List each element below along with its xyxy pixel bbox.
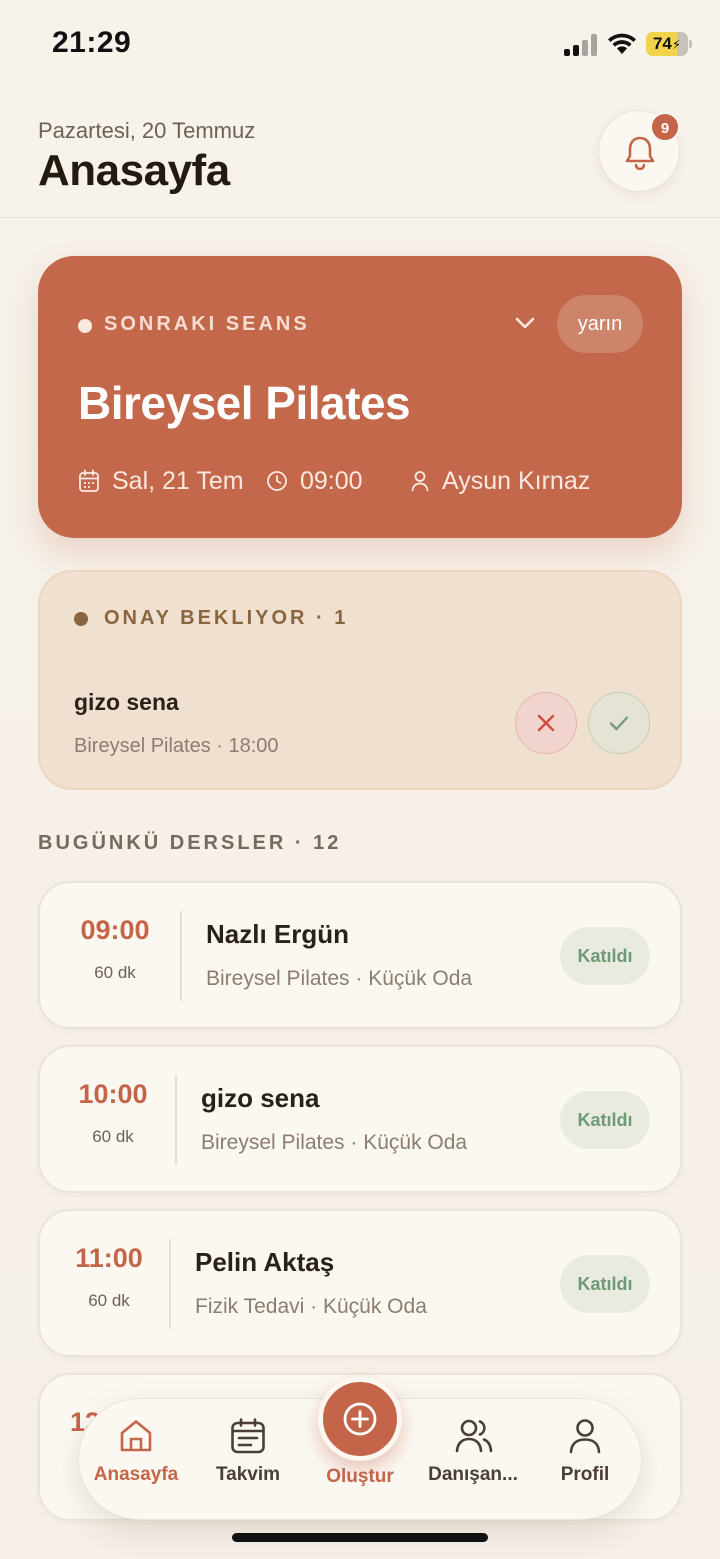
battery-level: 74 bbox=[652, 34, 672, 53]
lesson-card[interactable]: 09:00 60 dk Nazlı Ergün Bireysel Pilates… bbox=[38, 881, 682, 1029]
cellular-signal-icon bbox=[564, 34, 598, 56]
lesson-duration: 60 dk bbox=[92, 1127, 134, 1146]
users-icon bbox=[455, 1419, 493, 1453]
lesson-detail: Fizik Tedavi · Küçük Oda bbox=[195, 1295, 427, 1318]
lesson-client-name: Pelin Aktaş bbox=[195, 1247, 335, 1277]
battery-icon: 74⚡ bbox=[646, 32, 692, 56]
user-icon bbox=[411, 471, 429, 492]
today-lessons-title: BUGÜNKÜ DERSLER · 12 bbox=[38, 832, 342, 854]
clock-icon bbox=[267, 471, 287, 491]
calendar-icon bbox=[231, 1418, 265, 1454]
calendar-icon bbox=[79, 469, 99, 492]
home-indicator bbox=[232, 1533, 488, 1542]
home-screen: 21:29 74⚡ Pazartesi, 20 Temmuz Anasayfa bbox=[0, 0, 720, 1559]
nav-home[interactable]: Anasayfa bbox=[79, 1399, 193, 1521]
wifi-icon bbox=[608, 33, 636, 54]
status-badge: Katıldı bbox=[560, 927, 650, 985]
lesson-client-name: Nazlı Ergün bbox=[206, 919, 350, 949]
lesson-duration: 60 dk bbox=[94, 963, 136, 982]
lesson-detail: Bireysel Pilates · Küçük Oda bbox=[201, 1131, 468, 1154]
status-badge: Katıldı bbox=[560, 1091, 650, 1149]
reject-button[interactable] bbox=[515, 692, 577, 754]
session-time-text: 09:00 bbox=[300, 466, 363, 495]
next-session-label: SONRAKI SEANS bbox=[104, 313, 310, 335]
next-session-title: Bireysel Pilates bbox=[78, 377, 411, 429]
lesson-detail: Bireysel Pilates · Küçük Oda bbox=[206, 967, 473, 990]
create-label: Oluştur bbox=[326, 1466, 394, 1487]
next-session-card[interactable]: SONRAKI SEANS yarın Bireysel Pilates Sal… bbox=[38, 256, 682, 538]
nav-home-label: Anasayfa bbox=[93, 1464, 179, 1485]
nav-profile[interactable]: Profil bbox=[533, 1399, 637, 1521]
pending-detail: Bireysel Pilates · 18:00 bbox=[74, 735, 279, 757]
status-bar: 21:29 74⚡ bbox=[0, 0, 720, 90]
nav-clients-label: Danışan... bbox=[428, 1464, 518, 1485]
page-title: Anasayfa bbox=[38, 146, 230, 195]
current-date: Pazartesi, 20 Temmuz bbox=[38, 118, 256, 143]
status-dot bbox=[78, 319, 92, 333]
pending-client-name: gizo sena bbox=[74, 689, 179, 715]
lesson-time: 10:00 bbox=[78, 1079, 148, 1109]
session-instructor-text: Aysun Kırnaz bbox=[442, 466, 591, 495]
create-button[interactable] bbox=[318, 1377, 402, 1461]
close-icon bbox=[537, 714, 555, 732]
status-badge: Katıldı bbox=[560, 1255, 650, 1313]
session-date: Sal, 21 Tem bbox=[78, 466, 244, 496]
plus-circle-icon bbox=[343, 1402, 377, 1436]
nav-profile-label: Profil bbox=[560, 1464, 610, 1485]
lesson-divider bbox=[169, 1239, 171, 1329]
page-header: Pazartesi, 20 Temmuz Anasayfa 9 bbox=[0, 90, 720, 218]
pending-approval-card: ONAY BEKLIYOR · 1 gizo sena Bireysel Pil… bbox=[38, 570, 682, 790]
lesson-time: 11:00 bbox=[75, 1243, 143, 1273]
bell-icon bbox=[625, 136, 655, 170]
session-date-text: Sal, 21 Tem bbox=[112, 466, 244, 495]
status-time: 21:29 bbox=[52, 26, 132, 59]
nav-calendar[interactable]: Takvim bbox=[193, 1399, 303, 1521]
nav-calendar-label: Takvim bbox=[215, 1464, 281, 1485]
session-instructor: Aysun Kırnaz bbox=[410, 466, 590, 496]
pending-dot bbox=[74, 612, 88, 626]
chevron-down-icon[interactable] bbox=[514, 316, 536, 330]
nav-clients[interactable]: Danışan... bbox=[419, 1399, 527, 1521]
session-time: 09:00 bbox=[266, 466, 363, 496]
home-icon bbox=[120, 1420, 152, 1452]
when-badge: yarın bbox=[557, 295, 643, 353]
lesson-card[interactable]: 11:00 60 dk Pelin Aktaş Fizik Tedavi · K… bbox=[38, 1209, 682, 1357]
lesson-time: 09:00 bbox=[80, 915, 150, 945]
accept-button[interactable] bbox=[588, 692, 650, 754]
lesson-client-name: gizo sena bbox=[201, 1083, 320, 1113]
notification-badge: 9 bbox=[650, 112, 680, 142]
pending-label: ONAY BEKLIYOR · 1 bbox=[104, 607, 349, 629]
lesson-duration: 60 dk bbox=[88, 1291, 130, 1310]
lesson-divider bbox=[175, 1075, 177, 1165]
lesson-divider bbox=[180, 911, 182, 1001]
check-icon bbox=[609, 716, 629, 731]
user-icon bbox=[569, 1419, 601, 1454]
lesson-card[interactable]: 10:00 60 dk gizo sena Bireysel Pilates ·… bbox=[38, 1045, 682, 1193]
